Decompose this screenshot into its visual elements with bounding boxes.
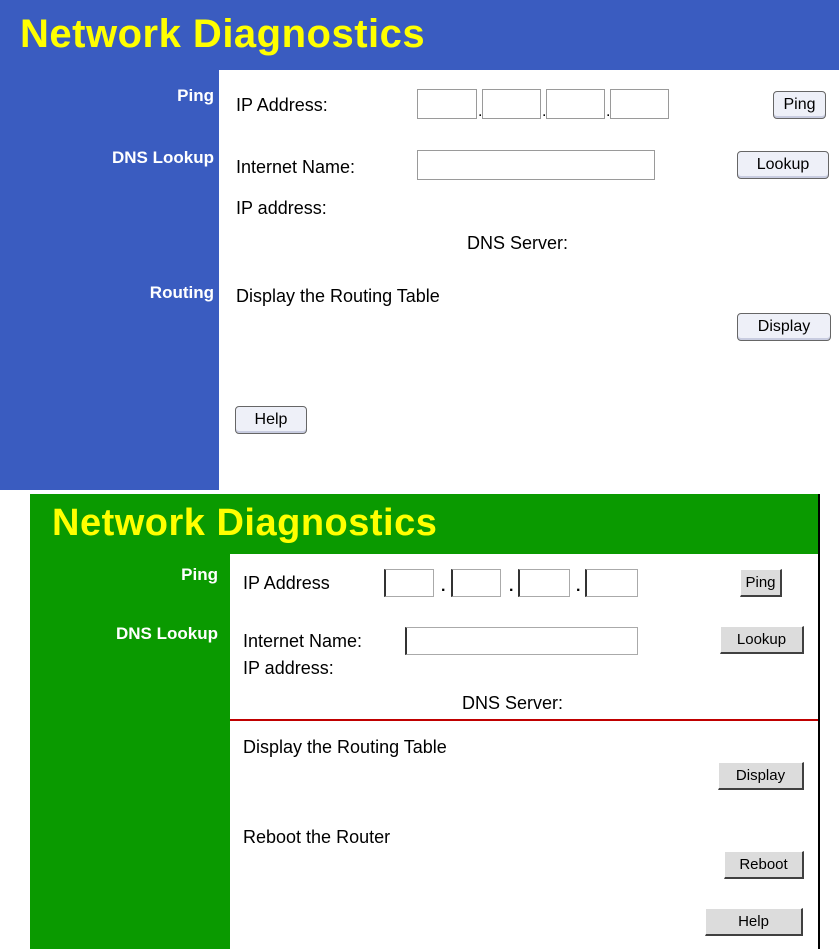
reboot-router-text: Reboot the Router [243,827,391,847]
help-button[interactable]: Help [235,406,307,434]
lookup-button[interactable]: Lookup [720,626,804,654]
diagnostics-panel-green: Network Diagnostics Ping DNS Lookup IP A… [30,494,820,949]
routing-table-text: Display the Routing Table [243,737,447,757]
dot-separator: . [441,578,446,595]
ip-octet-2[interactable] [482,89,541,119]
ip-octet-3[interactable] [546,89,605,119]
section-label-dns-lookup: DNS Lookup [116,624,218,643]
dns-server-label: DNS Server: [467,233,569,253]
internet-name-label: Internet Name: [243,631,363,651]
ping-button[interactable]: Ping [740,569,782,597]
section-sidebar [0,70,219,490]
section-label-routing: Routing [149,283,214,302]
diagnostics-panel-blue: Network Diagnostics Ping DNS Lookup Rout… [0,0,839,490]
ip-address-label: IP Address: [236,95,328,115]
section-sidebar [30,554,230,949]
internet-name-input[interactable] [405,627,638,655]
ip-octet-4[interactable] [610,89,669,119]
display-button[interactable]: Display [718,762,804,790]
dot-separator: . [576,578,581,595]
section-label-ping: Ping [177,86,214,105]
ip-octet-1[interactable] [417,89,477,119]
section-label-ping: Ping [181,565,218,584]
display-button[interactable]: Display [737,313,831,341]
internet-name-input[interactable] [417,150,655,180]
ip-octet-1[interactable] [384,569,434,597]
ip-octet-3[interactable] [518,569,570,597]
dns-ip-address-label: IP address: [243,658,334,678]
ping-button[interactable]: Ping [773,91,826,119]
dns-server-label: DNS Server: [462,693,564,713]
section-label-dns-lookup: DNS Lookup [112,148,214,167]
dns-ip-address-label: IP address: [236,198,327,218]
section-divider [230,719,818,721]
routing-table-text: Display the Routing Table [236,286,440,306]
ip-address-label: IP Address [243,573,330,593]
page-title: Network Diagnostics [20,12,426,56]
reboot-button[interactable]: Reboot [724,851,804,879]
ip-octet-4[interactable] [585,569,638,597]
dot-separator: . [509,578,514,595]
internet-name-label: Internet Name: [236,157,356,177]
page-title: Network Diagnostics [52,502,438,544]
help-button[interactable]: Help [705,908,803,936]
lookup-button[interactable]: Lookup [737,151,829,179]
ip-octet-2[interactable] [451,569,501,597]
